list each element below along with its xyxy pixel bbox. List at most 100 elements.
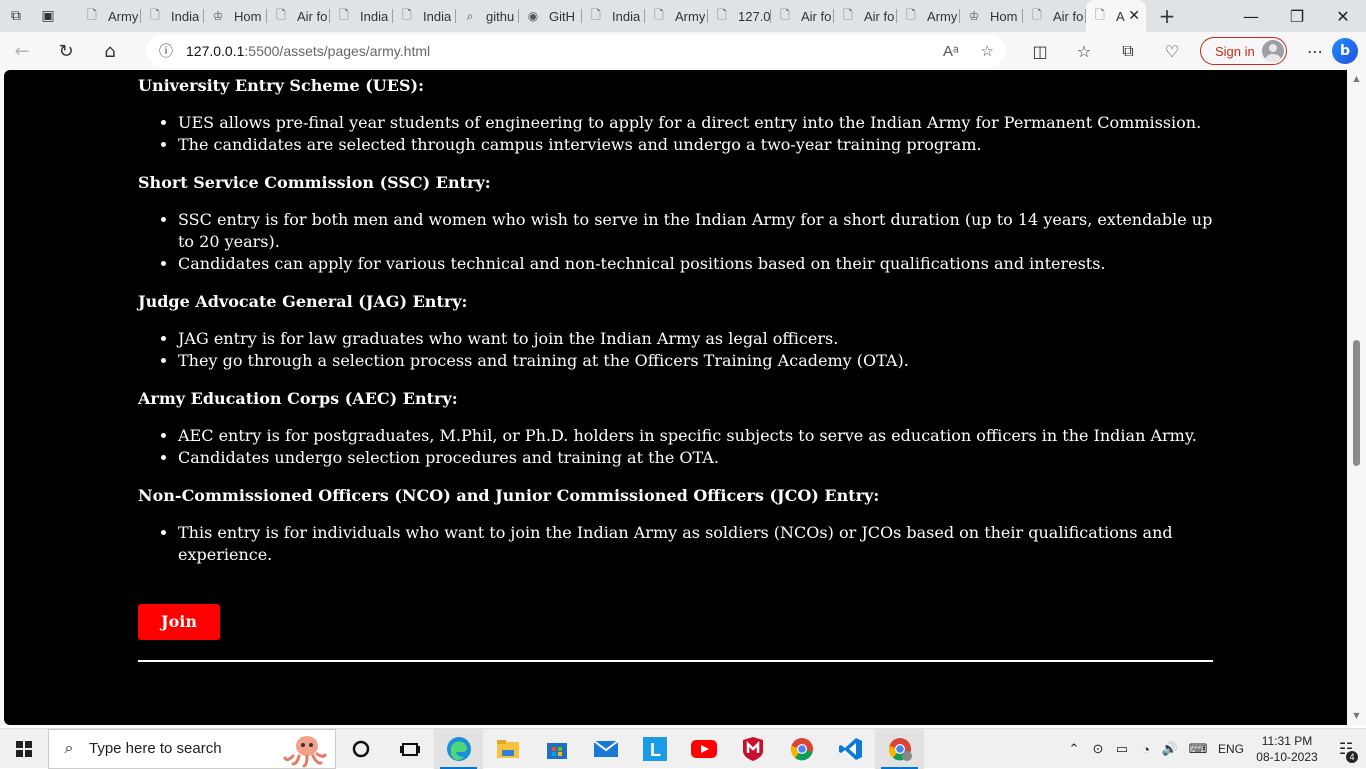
new-tab-button[interactable]: + <box>1152 0 1182 32</box>
list-item: This entry is for individuals who want t… <box>178 522 1213 566</box>
page-viewport: University Entry Scheme (UES): UES allows… <box>0 70 1366 725</box>
section-bullet-list: AEC entry is for postgraduates, M.Phil, … <box>178 425 1213 469</box>
favorite-star-icon[interactable]: ☆ <box>981 42 994 60</box>
edge-icon[interactable] <box>434 728 483 769</box>
chevron-up-icon[interactable]: ⌃ <box>1062 741 1086 757</box>
tab-label: India <box>612 8 641 24</box>
browser-tab[interactable]: 🗋 Air fo <box>834 0 897 32</box>
page-icon: 🗋 <box>654 7 664 22</box>
browser-tab[interactable]: 🗋 India <box>141 0 204 32</box>
section-bullet-list: This entry is for individuals who want t… <box>178 522 1213 566</box>
list-item: The candidates are selected through camp… <box>178 134 1213 156</box>
tab-label: Hom <box>234 8 262 24</box>
split-screen-icon[interactable]: ◫ <box>1018 42 1062 61</box>
minimize-button[interactable]: — <box>1228 0 1274 32</box>
list-item: They go through a selection process and … <box>178 350 1213 372</box>
start-button[interactable] <box>0 729 48 769</box>
svg-text:L: L <box>650 740 661 760</box>
vscode-icon[interactable] <box>826 729 875 769</box>
tab-label: githu <box>486 8 515 24</box>
notifications-icon[interactable]: ☷ 4 <box>1326 739 1366 763</box>
browser-tab[interactable]: 🗋 India <box>582 0 645 32</box>
refresh-button[interactable]: ↻ <box>44 32 88 70</box>
home-button[interactable]: ⌂ <box>88 32 132 70</box>
browser-toolbar: ← ↻ ⌂ ⓘ 127.0.0.1 :5500/assets/pages/arm… <box>0 32 1366 70</box>
section-bullet-list: UES allows pre-final year students of en… <box>178 112 1213 156</box>
browser-tab[interactable]: 🗋 Air fo <box>771 0 834 32</box>
vertical-scrollbar[interactable]: ▲ ▼ <box>1347 70 1366 725</box>
bing-copilot-icon[interactable]: b <box>1332 38 1358 64</box>
more-menu-icon[interactable]: ⋯ <box>1293 42 1337 61</box>
page-icon: 🗋 <box>87 7 97 22</box>
network-alert-icon[interactable]: ⊙ <box>1086 741 1110 757</box>
browser-tab[interactable]: 🗋 Air fo <box>1023 0 1086 32</box>
file-explorer-icon[interactable] <box>483 729 532 769</box>
tab-strip: ⧉ ▣ 🗋 Army 🗋 India ♔ Hom 🗋 Air fo 🗋 India 🗋 India ⌕ g… <box>0 0 1366 32</box>
scroll-thumb[interactable] <box>1353 340 1360 466</box>
l-app-icon[interactable]: L <box>630 729 679 769</box>
wifi-icon[interactable]: ◔ <box>1134 742 1158 757</box>
read-aloud-icon[interactable]: Aᵃ <box>943 43 959 60</box>
browser-tab[interactable]: ◉ GitH <box>519 0 582 32</box>
chrome-icon[interactable] <box>777 729 826 769</box>
browser-tab[interactable]: 🗋 Army <box>897 0 960 32</box>
taskbar-search[interactable]: ⌕ Type here to search <box>48 728 336 769</box>
mcafee-icon[interactable] <box>728 729 777 769</box>
tab-label: Hom <box>990 8 1018 24</box>
browser-tab[interactable]: 🗋 India <box>393 0 456 32</box>
list-item: Candidates can apply for various technic… <box>178 253 1213 275</box>
search-icon: ⌕ <box>64 739 74 757</box>
workspaces-icon[interactable]: ⧉ <box>0 0 32 32</box>
tab-label: 127.0 <box>738 8 771 24</box>
battery-icon[interactable]: ▭ <box>1110 741 1134 757</box>
chrome-dev-icon[interactable] <box>875 728 924 769</box>
browser-tab[interactable]: 🗋 India <box>330 0 393 32</box>
sign-in-button[interactable]: Sign in <box>1200 37 1287 65</box>
cortana-icon[interactable] <box>336 729 385 769</box>
address-bar[interactable]: ⓘ 127.0.0.1 :5500/assets/pages/army.html… <box>146 35 1006 67</box>
section-bullet-list: JAG entry is for law graduates who want … <box>178 328 1213 372</box>
browser-tab[interactable]: 🗋 127.0 <box>708 0 771 32</box>
store-icon[interactable] <box>532 729 581 769</box>
scroll-up-arrow-icon[interactable]: ▲ <box>1351 74 1362 84</box>
section-title: Army Education Corps (AEC) Entry: <box>138 389 458 408</box>
browser-tab[interactable]: 🗋 Army <box>645 0 708 32</box>
browser-essentials-icon[interactable]: ♡ <box>1150 42 1194 61</box>
tab-active[interactable]: 🗋 A ✕ <box>1086 0 1146 32</box>
scroll-down-arrow-icon[interactable]: ▼ <box>1351 711 1362 721</box>
notification-count: 4 <box>1346 751 1358 763</box>
page-icon: 🗋 <box>402 7 412 22</box>
site-info-icon[interactable]: ⓘ <box>146 41 186 61</box>
browser-tab[interactable]: ⌕ githu <box>456 0 519 32</box>
list-item: AEC entry is for postgraduates, M.Phil, … <box>178 425 1213 447</box>
task-view-icon[interactable] <box>385 729 434 769</box>
browser-tab[interactable]: 🗋 Army <box>78 0 141 32</box>
mail-icon[interactable] <box>581 729 630 769</box>
youtube-icon[interactable] <box>679 729 728 769</box>
language-indicator[interactable]: ENG <box>1214 742 1248 756</box>
search-icon: ⌕ <box>466 8 474 23</box>
page-icon: 🗋 <box>276 7 286 22</box>
tabs: 🗋 Army 🗋 India ♔ Hom 🗋 Air fo 🗋 India 🗋 India ⌕ githu… <box>78 0 1146 32</box>
taskbar-search-placeholder: Type here to search <box>89 740 222 757</box>
volume-icon[interactable]: 🔊 <box>1158 741 1182 757</box>
windows-logo-icon <box>16 740 32 757</box>
browser-tab[interactable]: 🗋 Air fo <box>267 0 330 32</box>
entry-sections: University Entry Scheme (UES): UES allows… <box>138 76 1213 583</box>
close-window-button[interactable]: ✕ <box>1320 0 1366 32</box>
collections-icon[interactable]: ⧉ <box>1106 41 1150 61</box>
keyboard-icon[interactable]: ⌨ <box>1182 741 1214 757</box>
page-icon: 🗋 <box>717 7 727 22</box>
back-button[interactable]: ← <box>0 32 44 70</box>
page-icon: 🗋 <box>1032 7 1042 22</box>
page-icon: 🗋 <box>1095 7 1105 22</box>
favorites-icon[interactable]: ☆ <box>1062 42 1106 61</box>
maximize-button[interactable]: ❐ <box>1274 0 1320 32</box>
join-button[interactable]: Join <box>138 604 220 640</box>
browser-tab[interactable]: ♔ Hom <box>960 0 1023 32</box>
tab-label: India <box>171 8 200 24</box>
close-tab-icon[interactable]: ✕ <box>1128 7 1140 24</box>
clock[interactable]: 11:31 PM 08-10-2023 <box>1248 733 1326 765</box>
browser-tab[interactable]: ♔ Hom <box>204 0 267 32</box>
tab-actions-icon[interactable]: ▣ <box>32 0 64 32</box>
